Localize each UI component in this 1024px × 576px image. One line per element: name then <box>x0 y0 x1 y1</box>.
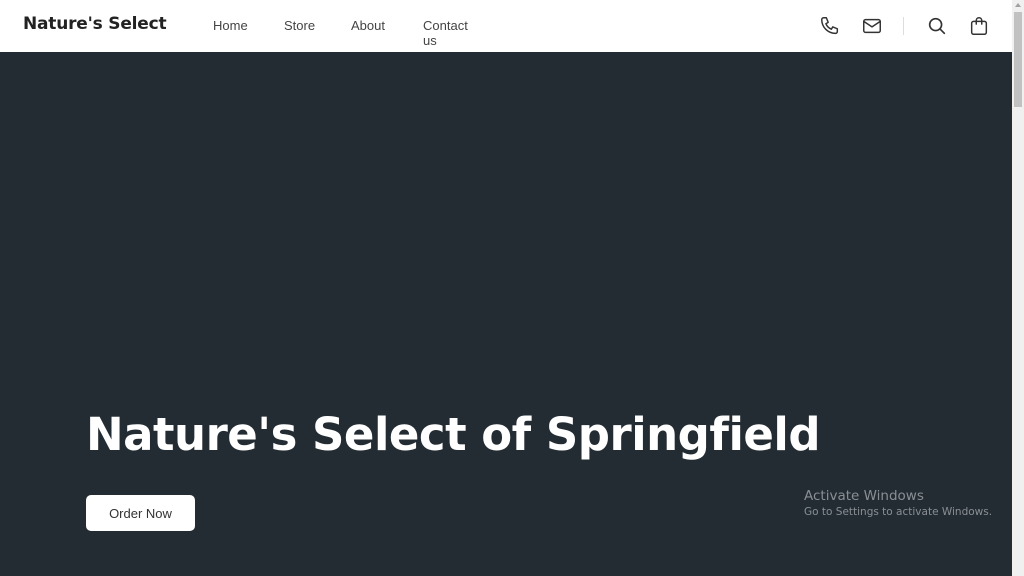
header-divider <box>903 17 904 35</box>
nav-about[interactable]: About <box>351 18 385 33</box>
search-icon[interactable] <box>926 15 948 37</box>
vertical-scrollbar[interactable] <box>1012 0 1024 576</box>
watermark-subtitle: Go to Settings to activate Windows. <box>804 506 993 518</box>
scroll-up-arrow-icon[interactable] <box>1015 3 1021 7</box>
shopping-bag-icon[interactable] <box>968 15 990 37</box>
hero-title: Nature's Select of Springfield <box>86 408 821 461</box>
phone-icon[interactable] <box>819 15 841 37</box>
scrollbar-thumb[interactable] <box>1014 12 1022 107</box>
nav-home[interactable]: Home <box>213 18 248 33</box>
site-header: Nature's Select Home Store About Contact… <box>0 0 1012 52</box>
windows-activation-watermark: Activate Windows Go to Settings to activ… <box>804 488 992 518</box>
watermark-title: Activate Windows <box>804 488 924 504</box>
site-logo[interactable]: Nature's Select <box>23 14 167 34</box>
nav-contact[interactable]: Contact us <box>423 18 468 48</box>
page: Nature's Select Home Store About Contact… <box>0 0 1012 576</box>
order-now-button[interactable]: Order Now <box>86 495 195 531</box>
mail-icon[interactable] <box>861 15 883 37</box>
nav-store[interactable]: Store <box>284 18 315 33</box>
